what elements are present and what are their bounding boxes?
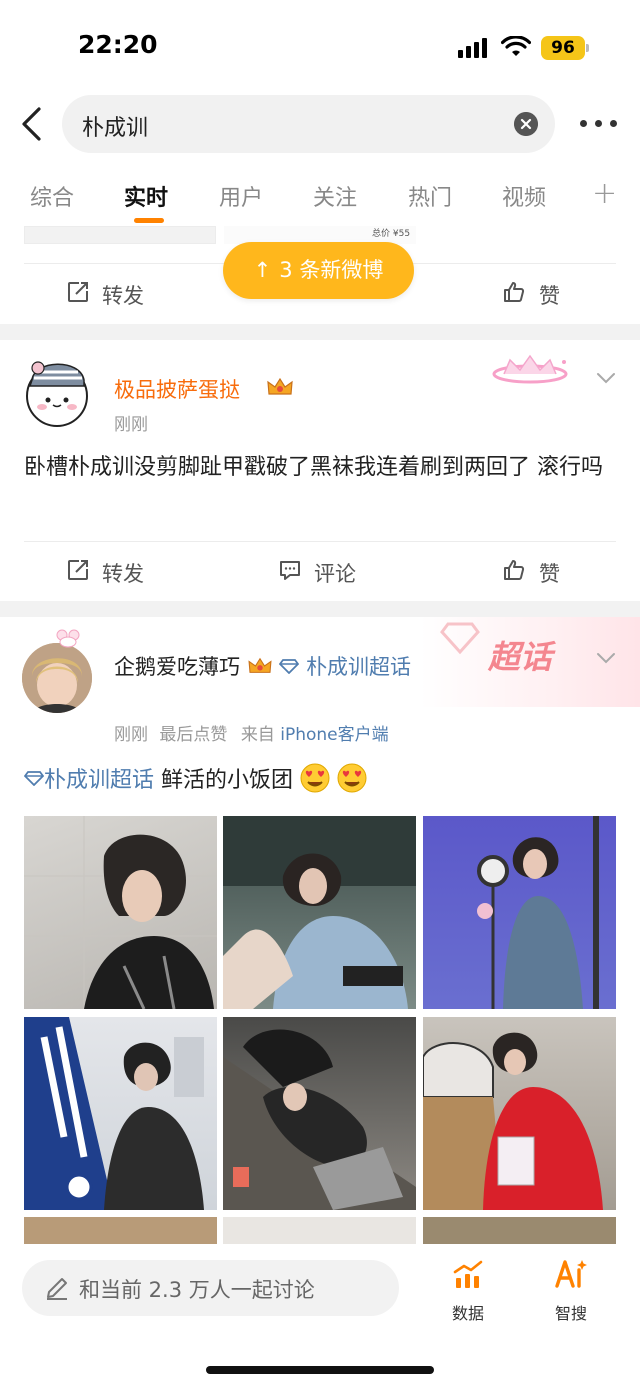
comment-icon: [280, 561, 300, 580]
post-photo[interactable]: [223, 1017, 416, 1210]
post-photo[interactable]: [223, 1217, 416, 1247]
post-photo[interactable]: [423, 816, 616, 1009]
previous-post-image[interactable]: [24, 226, 216, 244]
data-chart-icon[interactable]: [452, 1258, 484, 1290]
battery-indicator: 96: [541, 36, 585, 60]
arrow-up-icon: ↑: [253, 258, 272, 282]
comment-button[interactable]: 评论: [314, 558, 356, 588]
cellular-signal-icon: [458, 38, 490, 58]
repost-button[interactable]: 转发: [102, 558, 144, 588]
diamond-decoration-icon: [440, 622, 480, 655]
tab-video[interactable]: 视频: [502, 180, 546, 212]
active-tab-indicator: [134, 218, 164, 223]
vip-crown-icon: [267, 377, 293, 395]
post-content: 朴成训超话 鲜活的小饭团: [23, 762, 614, 805]
avatar-decoration-icon: [56, 629, 80, 648]
post-photo[interactable]: [24, 816, 217, 1009]
post-username[interactable]: 极品披萨蛋挞: [114, 374, 240, 404]
post-separator: [0, 324, 640, 340]
post-photo[interactable]: [423, 1217, 616, 1247]
status-time: 22:20: [78, 30, 158, 59]
post-photo[interactable]: [223, 816, 416, 1009]
discuss-placeholder: 和当前 2.3 万人一起讨论: [79, 1278, 315, 1302]
repost-button[interactable]: 转发: [102, 280, 144, 310]
post-meta-line: 刚刚 最后点赞 来自 iPhone客户端: [114, 720, 389, 745]
pencil-icon: [47, 1278, 67, 1300]
post-header-line: 企鹅爱吃薄巧 朴成训超话: [114, 649, 434, 685]
post-username[interactable]: 企鹅爱吃薄巧: [114, 655, 240, 679]
clear-search-icon[interactable]: [514, 112, 538, 136]
like-icon: [504, 560, 525, 580]
content-text: 鲜活的小饭团: [161, 768, 294, 793]
supertopic-diamond-icon: [23, 762, 45, 787]
repost-icon: [68, 282, 88, 302]
ai-search-label[interactable]: 智搜: [555, 1300, 587, 1324]
wifi-icon: [501, 36, 531, 56]
supertopic-badge: 超话: [488, 638, 553, 676]
new-posts-button[interactable]: ↑ 3 条新微博: [223, 242, 414, 299]
supertopic-link[interactable]: 朴成训超话: [306, 655, 411, 679]
post-time: 刚刚: [114, 725, 148, 745]
avatar[interactable]: [22, 350, 92, 430]
tab-hot[interactable]: 热门: [408, 180, 452, 212]
back-arrow-icon[interactable]: [18, 106, 46, 142]
tab-following[interactable]: 关注: [313, 180, 357, 212]
decoration-badge-icon: [492, 354, 568, 384]
content-topic-link[interactable]: 朴成训超话: [44, 768, 154, 793]
new-posts-label: 3 条新微博: [279, 258, 384, 282]
post-meta: 最后点赞: [159, 725, 228, 745]
like-button[interactable]: 赞: [539, 280, 560, 310]
vip-crown-icon: [247, 651, 273, 673]
more-options-icon[interactable]: [580, 120, 618, 128]
post-source[interactable]: iPhone客户端: [280, 725, 388, 745]
search-query: 朴成训: [82, 116, 149, 141]
post-separator: [0, 601, 640, 617]
post-source-prefix: 来自: [240, 725, 275, 745]
avatar[interactable]: [22, 643, 92, 713]
heart-eyes-emoji-icon: [337, 763, 367, 805]
chevron-down-icon[interactable]: [596, 372, 616, 384]
divider: [24, 541, 616, 542]
tab-users[interactable]: 用户: [219, 180, 263, 212]
home-indicator: [206, 1366, 434, 1374]
post-content: 卧槽朴成训没剪脚趾甲戳破了黑袜我连着刷到两回了 滚行吗: [24, 455, 603, 480]
repost-icon: [68, 560, 88, 580]
chevron-down-icon[interactable]: [596, 652, 616, 664]
price-tag-text: 总价 ¥55: [372, 229, 411, 239]
tab-comprehensive[interactable]: 综合: [30, 180, 74, 212]
heart-eyes-emoji-icon: [300, 763, 330, 805]
like-button[interactable]: 赞: [539, 558, 560, 588]
post-time: 刚刚: [114, 415, 148, 435]
post-photo[interactable]: [24, 1017, 217, 1210]
post-photo[interactable]: [24, 1217, 217, 1247]
tab-realtime[interactable]: 实时: [124, 180, 168, 212]
ai-search-icon[interactable]: [554, 1258, 590, 1290]
data-label[interactable]: 数据: [452, 1300, 484, 1324]
like-icon: [504, 282, 525, 302]
supertopic-diamond-icon: [279, 649, 300, 675]
post-photo[interactable]: [423, 1017, 616, 1210]
add-tab-icon[interactable]: +: [592, 176, 617, 211]
battery-cap: [586, 44, 589, 52]
